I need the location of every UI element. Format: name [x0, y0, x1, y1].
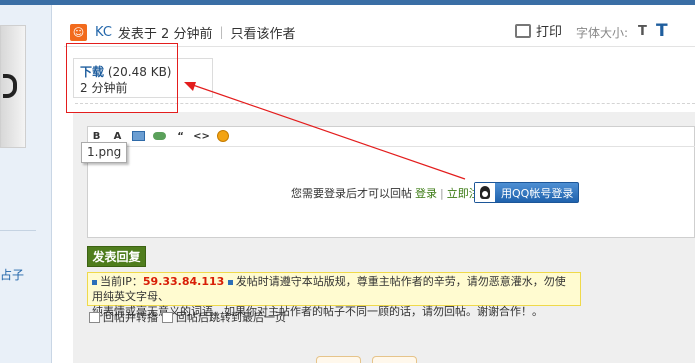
- font-size-label: 字体大小:: [576, 26, 629, 40]
- sidebar-fragment-text[interactable]: 占子: [0, 266, 24, 283]
- bottom-button-right[interactable]: [372, 356, 417, 363]
- emoji-button[interactable]: [216, 130, 229, 143]
- smiley-icon: [216, 130, 229, 142]
- only-author-link[interactable]: 只看该作者: [231, 23, 296, 42]
- bullet-icon: [227, 279, 233, 285]
- user-icon: ☺: [70, 23, 87, 41]
- login-prompt-text: 您需要登录后才可以回帖: [291, 187, 412, 200]
- posting-notice: 当前IP：59.33.84.113 发帖时请遵守本站版规，尊重主帖作者的辛劳，请…: [87, 272, 581, 318]
- jump-last-checkbox[interactable]: [162, 311, 173, 323]
- qq-icon: [475, 183, 495, 202]
- print-label: 打印: [536, 25, 563, 40]
- repost-checkbox[interactable]: [89, 311, 100, 323]
- reply-options: 回帖并转播 回帖后跳转到最后一页: [89, 309, 290, 325]
- login-link[interactable]: 登录: [415, 185, 437, 201]
- font-small-button[interactable]: T: [638, 24, 647, 39]
- bottom-button-left[interactable]: [316, 356, 361, 363]
- top-border: [0, 0, 695, 5]
- link-icon: [153, 132, 166, 140]
- posted-time: 发表于 2 分钟前: [117, 26, 213, 42]
- image-icon: [132, 131, 145, 141]
- login-prompt: 您需要登录后才可以回帖 登录 | 立即注册: [291, 185, 491, 201]
- qq-login-label: 用QQ帐号登录: [501, 186, 574, 200]
- ip-label: 当前IP：: [100, 275, 143, 288]
- annotation-highlight-box: [66, 43, 178, 113]
- repost-label: 回帖并转播: [103, 311, 158, 324]
- image-button[interactable]: [132, 130, 145, 143]
- ip-address: 59.33.84.113: [142, 275, 225, 288]
- quote-button[interactable]: “: [174, 130, 187, 143]
- login-separator: |: [440, 186, 444, 200]
- sidebar-divider: [0, 230, 36, 231]
- left-sidebar: 占子: [0, 5, 52, 363]
- bold-button[interactable]: B: [90, 130, 103, 143]
- submit-reply-button[interactable]: 发表回复: [87, 246, 146, 267]
- editor-toolbar: B A “ <>: [87, 126, 695, 147]
- printer-icon: [515, 23, 531, 38]
- link-button[interactable]: [153, 130, 166, 143]
- jump-last-label: 回帖后跳转到最后一页: [176, 311, 286, 324]
- avatar[interactable]: [0, 25, 26, 148]
- print-button[interactable]: 打印: [515, 21, 562, 40]
- avatar-image: [3, 74, 17, 98]
- image-tooltip: 1.png: [81, 142, 127, 163]
- post-header: ☺ KC 发表于 2 分钟前 | 只看该作者: [70, 21, 296, 43]
- code-button[interactable]: <>: [193, 130, 210, 143]
- jump-last-option[interactable]: 回帖后跳转到最后一页: [162, 309, 286, 325]
- author-link[interactable]: KC: [95, 25, 112, 40]
- font-large-button[interactable]: T: [656, 21, 668, 41]
- font-button[interactable]: A: [111, 130, 124, 143]
- header-separator: |: [219, 25, 224, 39]
- qq-login-button[interactable]: 用QQ帐号登录: [474, 182, 579, 203]
- bullet-icon: [92, 279, 97, 285]
- repost-option[interactable]: 回帖并转播: [89, 309, 158, 325]
